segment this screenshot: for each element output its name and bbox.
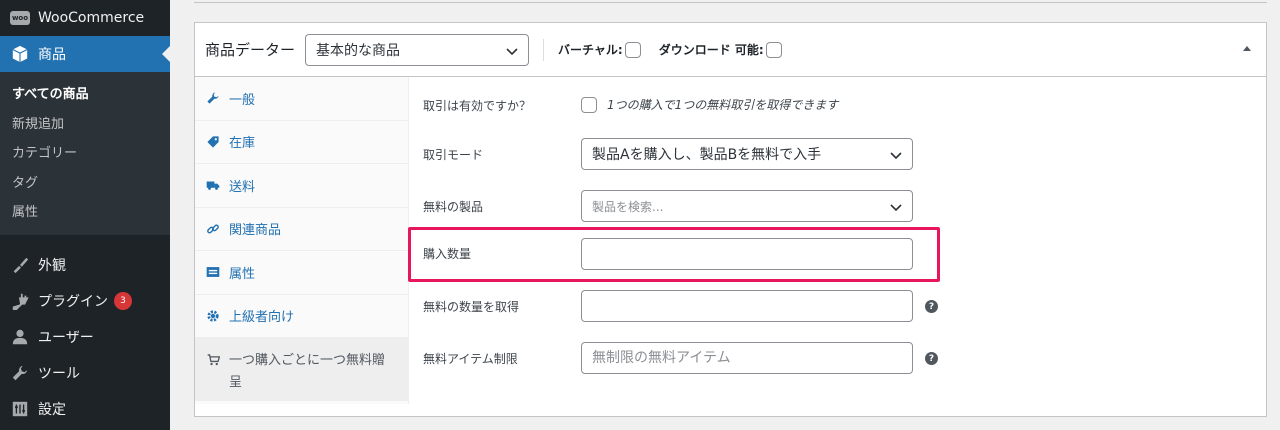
product-data-body: 一般 在庫 送料 関連商品 属性 上級者向け 一つ購入ごとに一つ無料贈呈 取引は… [195, 77, 1266, 416]
tab-linked-products-label: 関連商品 [229, 223, 282, 239]
tab-shipping-label: 送料 [229, 179, 256, 195]
purchase-quantity-input[interactable] [581, 238, 913, 270]
header-separator [543, 38, 545, 61]
menu-products[interactable]: 商品 [0, 36, 170, 72]
product-data-header: 商品データー 基本的な商品 バーチャル: ダウンロード 可能: [195, 23, 1266, 77]
tab-attributes-label: 属性 [229, 266, 256, 282]
tab-linked-products[interactable]: 関連商品 [195, 208, 408, 251]
menu-appearance-label: 外観 [38, 257, 66, 274]
chevron-down-icon [890, 152, 902, 160]
menu-woocommerce[interactable]: woo WooCommerce [0, 0, 170, 36]
free-item-limit-label: 無料アイテム制限 [423, 352, 518, 366]
free-item-limit-help-icon[interactable]: ? [925, 352, 938, 365]
downloadable-checkbox[interactable] [765, 41, 782, 58]
brush-icon [10, 255, 30, 275]
deal-mode-label: 取引モード [423, 148, 484, 162]
downloadable-label: ダウンロード 可能: [658, 43, 764, 57]
cart-icon [205, 353, 221, 366]
link-icon [205, 222, 221, 236]
menu-tools[interactable]: ツール [0, 355, 170, 391]
tab-attributes[interactable]: 属性 [195, 251, 408, 295]
plug-icon [10, 291, 30, 311]
gear-icon [205, 309, 221, 323]
product-type-select[interactable]: 基本的な商品 [305, 33, 530, 66]
deal-enabled-row: 1つの購入で1つの無料取引を取得できます [581, 96, 838, 113]
free-quantity-help-icon[interactable]: ? [925, 300, 938, 313]
menu-users[interactable]: ユーザー [0, 319, 170, 355]
deal-enabled-label: 取引は有効ですか？ [423, 99, 532, 113]
previous-box-edge [194, 0, 1267, 3]
truck-icon [205, 178, 221, 192]
menu-woocommerce-label: WooCommerce [38, 10, 145, 26]
tag-icon [205, 135, 221, 149]
tab-bogo[interactable]: 一つ購入ごとに一つ無料贈呈 [195, 338, 408, 401]
deal-enabled-description: 1つの購入で1つの無料取引を取得できます [607, 98, 839, 112]
wrench-icon [10, 363, 30, 383]
virtual-label: バーチャル: [558, 43, 623, 57]
submenu-categories[interactable]: カテゴリー [0, 139, 170, 169]
product-data-postbox: 商品データー 基本的な商品 バーチャル: ダウンロード 可能: 一般 在庫 送料… [194, 22, 1267, 417]
submenu-tags[interactable]: タグ [0, 169, 170, 199]
deal-mode-select[interactable]: 製品Aを購入し、製品Bを無料で入手 [581, 138, 913, 170]
menu-settings[interactable]: 設定 [0, 391, 170, 427]
menu-users-label: ユーザー [38, 329, 94, 346]
virtual-option[interactable]: バーチャル: [558, 41, 641, 58]
tab-inventory-label: 在庫 [229, 136, 256, 152]
list-icon [205, 265, 221, 279]
purchase-quantity-label: 購入数量 [423, 247, 472, 261]
menu-settings-label: 設定 [38, 401, 66, 418]
collapse-arrow-icon[interactable] [1242, 43, 1252, 53]
box-icon [10, 44, 30, 64]
plugins-update-badge: 3 [114, 291, 132, 310]
bogo-fields-panel: 取引は有効ですか？ 1つの購入で1つの無料取引を取得できます 取引モード 製品A… [409, 77, 1266, 416]
menu-plugins[interactable]: プラグイン 3 [0, 283, 170, 319]
tab-general[interactable]: 一般 [195, 77, 408, 121]
free-quantity-label: 無料の数量を取得 [423, 300, 520, 314]
menu-appearance[interactable]: 外観 [0, 247, 170, 283]
product-data-title: 商品データー [205, 41, 296, 59]
settings-icon [10, 399, 30, 419]
free-product-label: 無料の製品 [423, 200, 484, 214]
free-product-placeholder: 製品を検索... [592, 199, 664, 214]
menu-tools-label: ツール [38, 365, 80, 382]
product-type-value: 基本的な商品 [316, 42, 401, 59]
products-submenu: すべての商品 新規追加 カテゴリー タグ 属性 [0, 72, 170, 235]
admin-sidebar: woo WooCommerce 商品 すべての商品 新規追加 カテゴリー タグ … [0, 0, 170, 430]
deal-mode-value: 製品Aを購入し、製品Bを無料で入手 [592, 147, 822, 163]
menu-products-label: 商品 [38, 47, 66, 63]
chevron-down-icon [890, 204, 902, 212]
product-data-tabs: 一般 在庫 送料 関連商品 属性 上級者向け 一つ購入ごとに一つ無料贈呈 [195, 77, 409, 404]
wrench-icon [205, 91, 221, 105]
downloadable-option[interactable]: ダウンロード 可能: [659, 41, 782, 58]
tab-inventory[interactable]: 在庫 [195, 121, 408, 164]
tab-advanced[interactable]: 上級者向け [195, 295, 408, 338]
tab-bogo-label: 一つ購入ごとに一つ無料贈呈 [229, 353, 386, 390]
tab-shipping[interactable]: 送料 [195, 164, 408, 208]
woocommerce-icon: woo [10, 8, 30, 28]
submenu-add-new[interactable]: 新規追加 [0, 110, 170, 140]
free-item-limit-input[interactable] [581, 342, 913, 374]
free-quantity-input[interactable] [581, 290, 913, 322]
chevron-down-icon [506, 47, 518, 55]
user-icon [10, 327, 30, 347]
deal-enabled-checkbox[interactable] [581, 96, 597, 113]
tab-advanced-label: 上級者向け [229, 310, 295, 326]
virtual-checkbox[interactable] [624, 41, 641, 58]
submenu-all-products[interactable]: すべての商品 [0, 80, 170, 110]
menu-plugins-label: プラグイン [38, 293, 108, 310]
free-product-search-select[interactable]: 製品を検索... [581, 190, 913, 222]
submenu-attributes[interactable]: 属性 [0, 198, 170, 228]
tab-general-label: 一般 [229, 92, 256, 108]
